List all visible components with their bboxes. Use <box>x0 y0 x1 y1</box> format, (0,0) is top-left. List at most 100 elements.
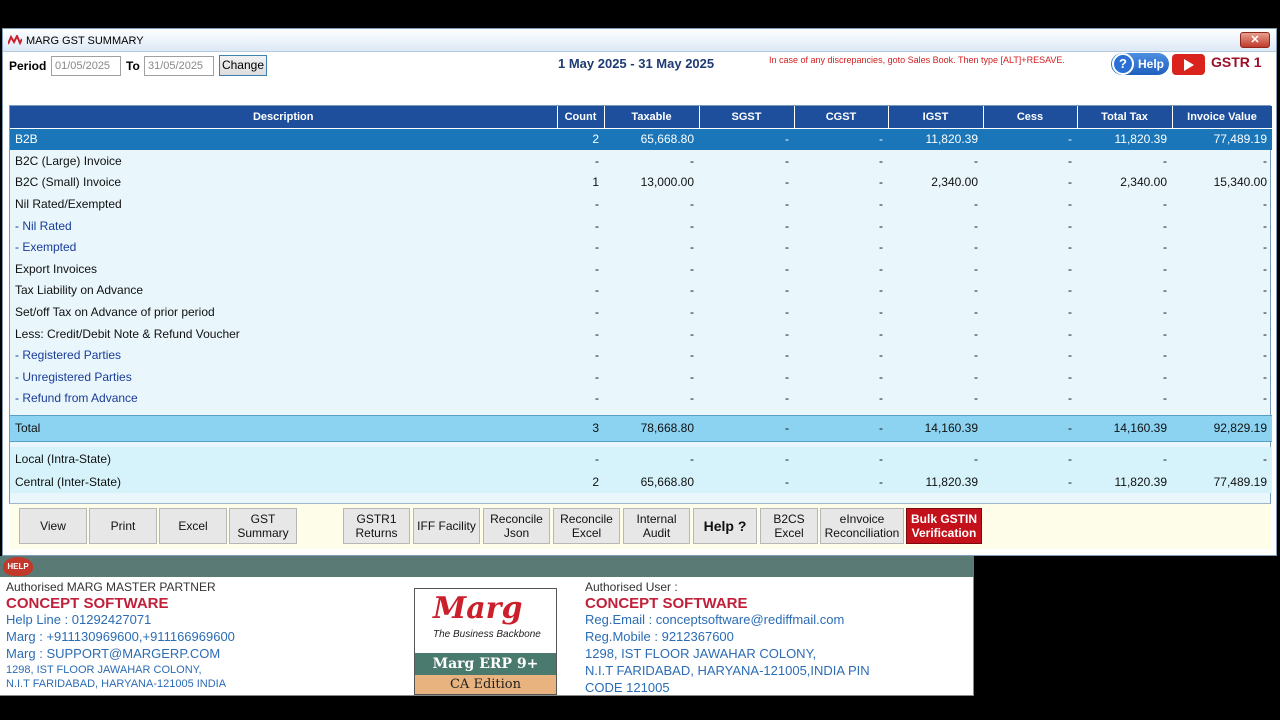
user-address-line2: N.I.T FARIDABAD, HARYANA-121005,INDIA PI… <box>585 663 870 678</box>
row-value: - <box>1068 304 1072 319</box>
logo-wordmark: Marg <box>433 591 523 626</box>
change-button[interactable]: Change <box>219 55 267 76</box>
row-description: Export Invoices <box>15 261 98 276</box>
user-address-line3: CODE 121005 <box>585 680 670 695</box>
report-name: GSTR 1 <box>1211 54 1262 70</box>
row-value: - <box>1068 391 1072 406</box>
row-value: - <box>1263 283 1267 298</box>
row-value: 3 <box>557 414 604 442</box>
row-description: Nil Rated/Exempted <box>15 196 122 211</box>
help-button-label: Help <box>1138 57 1165 71</box>
central-inter-state-row[interactable]: Central (Inter-State) 2 65,668.80- -11,820.… <box>10 470 1272 494</box>
row-value: 11,820.39 <box>888 470 983 494</box>
table-header: Description Count Taxable SGST CGST IGST… <box>10 106 1273 129</box>
from-date-field[interactable]: 01/05/2025 <box>51 56 121 76</box>
row-description: Tax Liability on Advance <box>15 283 144 298</box>
table-row[interactable]: B2C (Small) Invoice 1 13,000.00 - - 2,340.00 -… <box>10 172 1272 194</box>
row-value: - <box>794 447 888 471</box>
row-value: - <box>1068 153 1072 168</box>
row-value: - <box>1263 326 1267 341</box>
row-value: 78,668.80 <box>604 414 699 442</box>
row-value: - <box>1263 391 1267 406</box>
row-value: - <box>595 240 599 255</box>
row-value: - <box>699 470 794 494</box>
row-value: - <box>1163 348 1167 363</box>
row-value: - <box>879 326 883 341</box>
toolbar: Period 01/05/2025 To 31/05/2025 Change 1… <box>3 53 1276 83</box>
info-header-bar: HELP <box>0 556 974 577</box>
row-value: - <box>1263 218 1267 233</box>
row-value: 14,160.39 <box>888 414 983 442</box>
row-value: - <box>595 196 599 211</box>
col-sgst: SGST <box>699 106 795 129</box>
row-value: - <box>974 304 978 319</box>
row-description: B2C (Large) Invoice <box>15 153 122 168</box>
total-row[interactable]: Total 3 78,668.80- -14,160.39-14,160.39 92,8… <box>10 414 1272 442</box>
table-row[interactable]: - Refund from Advance - - - - - - - - <box>10 388 1272 410</box>
row-value: - <box>974 348 978 363</box>
help-button[interactable]: ? Help <box>1111 53 1169 75</box>
row-value: - <box>1068 369 1072 384</box>
row-value: - <box>690 283 694 298</box>
einvoice-reconciliation-button[interactable]: eInvoice Reconciliation <box>820 508 904 544</box>
help-badge-icon[interactable]: HELP <box>3 557 33 576</box>
print-button[interactable]: Print <box>89 508 157 544</box>
table-row[interactable]: - Nil Rated - - - - - - - - <box>10 215 1272 237</box>
table-row[interactable]: - Exempted - - - - - - - - <box>10 236 1272 258</box>
table-row[interactable]: Tax Liability on Advance - - - - - - - - <box>10 280 1272 302</box>
row-description: Total <box>10 414 557 442</box>
excel-button[interactable]: Excel <box>159 508 227 544</box>
col-invoice-value: Invoice Value <box>1172 106 1273 129</box>
table-row[interactable]: B2B 2 65,668.80- -11,820.39-11,820.39 77,489… <box>10 128 1272 150</box>
marg-phone: Marg : +911130969600,+911166969600 <box>6 629 235 644</box>
local-intra-state-row[interactable]: Local (Intra-State) - - - - - - - - <box>10 447 1272 471</box>
iff-facility-button[interactable]: IFF Facility <box>413 508 480 544</box>
b2cs-excel-button[interactable]: B2CS Excel <box>760 508 818 544</box>
row-value: 1 <box>592 175 599 190</box>
gst-summary-button[interactable]: GST Summary <box>229 508 297 544</box>
table-row[interactable]: B2C (Large) Invoice - - - - - - - - <box>10 150 1272 172</box>
row-value: 15,340.00 <box>1213 175 1267 190</box>
row-value: 14,160.39 <box>1077 414 1172 442</box>
gstr1-returns-button[interactable]: GSTR1 Returns <box>343 508 410 544</box>
user-mobile: Reg.Mobile : 9212367600 <box>585 629 734 644</box>
row-value: - <box>879 369 883 384</box>
col-description: Description <box>10 106 558 129</box>
row-value: - <box>794 128 888 150</box>
row-value: - <box>794 470 888 494</box>
to-date-field[interactable]: 31/05/2025 <box>144 56 214 76</box>
row-value: - <box>1068 326 1072 341</box>
row-value: - <box>595 304 599 319</box>
row-value: - <box>595 369 599 384</box>
row-description: - Unregistered Parties <box>15 369 132 384</box>
table-row[interactable]: Less: Credit/Debit Note & Refund Voucher… <box>10 323 1272 345</box>
view-button[interactable]: View <box>19 508 87 544</box>
row-value: - <box>595 391 599 406</box>
row-value: - <box>1068 175 1072 190</box>
internal-audit-button[interactable]: Internal Audit <box>623 508 690 544</box>
row-value: - <box>595 153 599 168</box>
row-value: 11,820.39 <box>1077 128 1172 150</box>
row-value: - <box>1163 391 1167 406</box>
row-value: - <box>1172 447 1272 471</box>
row-value: - <box>879 261 883 276</box>
row-value: - <box>1263 196 1267 211</box>
row-value: - <box>1163 153 1167 168</box>
table-row[interactable]: - Unregistered Parties - - - - - - - - <box>10 366 1272 388</box>
close-button[interactable]: ✕ <box>1240 32 1270 48</box>
row-value: 2,340.00 <box>1120 175 1167 190</box>
youtube-play-icon[interactable] <box>1172 54 1205 75</box>
table-row[interactable]: Nil Rated/Exempted - - - - - - - - <box>10 193 1272 215</box>
row-value: - <box>690 196 694 211</box>
row-description: B2C (Small) Invoice <box>15 175 122 190</box>
reconcile-json-button[interactable]: Reconcile Json <box>483 508 550 544</box>
help-question-button[interactable]: Help ? <box>693 508 757 544</box>
row-value: - <box>785 348 789 363</box>
table-row[interactable]: - Registered Parties - - - - - - - - <box>10 344 1272 366</box>
bulk-gstin-verification-button[interactable]: Bulk GSTIN Verification <box>906 508 982 544</box>
period-range-title: 1 May 2025 - 31 May 2025 <box>558 56 715 71</box>
table-row[interactable]: Export Invoices - - - - - - - - <box>10 258 1272 280</box>
reconcile-excel-button[interactable]: Reconcile Excel <box>553 508 620 544</box>
table-row[interactable]: Set/off Tax on Advance of prior period - -… <box>10 301 1272 323</box>
logo-product: Marg ERP 9+ <box>415 653 556 675</box>
